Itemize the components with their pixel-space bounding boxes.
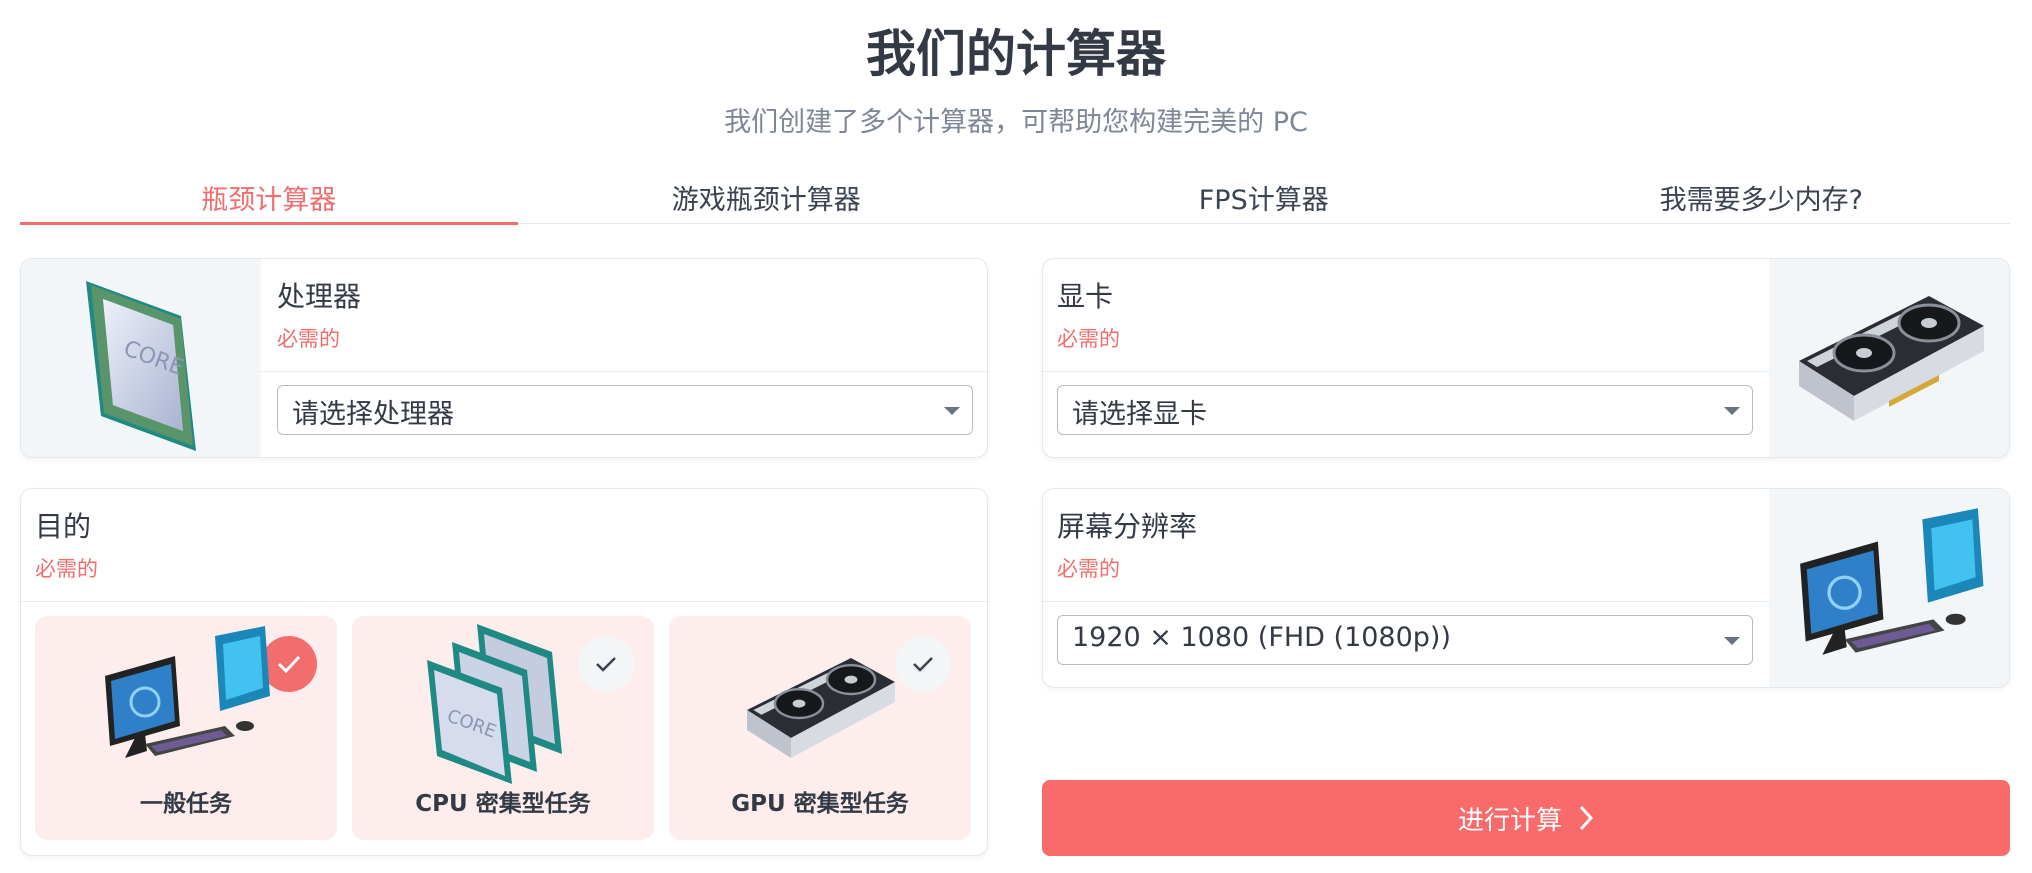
processor-select[interactable]: 请选择处理器 <box>277 385 973 435</box>
chevron-right-icon <box>1579 805 1594 831</box>
gpu-required: 必需的 <box>1057 327 1120 351</box>
processor-card: CORE 处理器 必需的 请选择处理器 <box>20 258 988 458</box>
processor-image: CORE <box>21 259 261 457</box>
chevron-down-icon <box>944 407 960 415</box>
processor-divider <box>261 371 987 372</box>
graphics-card-icon <box>729 646 909 770</box>
tab-bottleneck-calculator[interactable]: 瓶颈计算器 <box>20 168 518 225</box>
purpose-option-label: GPU 密集型任务 <box>731 791 909 817</box>
chevron-down-icon <box>1724 407 1740 415</box>
processor-select-value: 请选择处理器 <box>292 399 454 430</box>
gpu-image <box>1769 259 2009 457</box>
resolution-select[interactable]: 1920 × 1080 (FHD (1080p)) <box>1057 615 1753 665</box>
gpu-select-value: 请选择显卡 <box>1072 399 1207 430</box>
cpu-stack-icon: CORE <box>422 624 572 788</box>
checkmark-icon <box>578 636 634 692</box>
chevron-down-icon <box>1724 637 1740 645</box>
graphics-card-icon <box>1789 281 1989 435</box>
processor-required: 必需的 <box>277 327 340 351</box>
calculator-tabs: 瓶颈计算器 游戏瓶颈计算器 FPS计算器 我需要多少内存? <box>20 168 2011 225</box>
gpu-card: 显卡 必需的 请选择显卡 <box>1042 258 2010 458</box>
resolution-select-value: 1920 × 1080 (FHD (1080p)) <box>1072 622 1451 653</box>
purpose-divider <box>21 601 987 602</box>
page-title: 我们的计算器 <box>866 25 1166 83</box>
resolution-divider <box>1043 601 1771 602</box>
resolution-card: 屏幕分辨率 必需的 1920 × 1080 (FHD (1080p)) <box>1042 488 2010 688</box>
tab-ram-calculator[interactable]: 我需要多少内存? <box>1513 168 2011 223</box>
resolution-image <box>1769 489 2009 687</box>
purpose-option-label: CPU 密集型任务 <box>415 791 591 817</box>
gpu-label: 显卡 <box>1057 280 1114 313</box>
page-subtitle: 我们创建了多个计算器，可帮助您构建完美的 PC <box>724 107 1308 138</box>
purpose-option-label: 一般任务 <box>140 791 232 817</box>
purpose-option-cpu-intensive[interactable]: CORE CPU 密集型任务 <box>352 616 654 840</box>
resolution-label: 屏幕分辨率 <box>1057 510 1198 543</box>
gpu-select[interactable]: 请选择显卡 <box>1057 385 1753 435</box>
purpose-option-general[interactable]: 一般任务 <box>35 616 337 840</box>
processor-label: 处理器 <box>277 280 362 313</box>
desktop-pc-icon <box>1789 496 1989 680</box>
purpose-label: 目的 <box>35 510 92 543</box>
calculate-button-label: 进行计算 <box>1457 804 1562 835</box>
desktop-pc-icon <box>95 626 275 770</box>
tab-fps-calculator[interactable]: FPS计算器 <box>1015 168 1513 223</box>
cpu-chip-icon: CORE <box>81 261 201 455</box>
tab-game-bottleneck-calculator[interactable]: 游戏瓶颈计算器 <box>518 168 1016 223</box>
purpose-required: 必需的 <box>35 557 98 581</box>
purpose-option-gpu-intensive[interactable]: GPU 密集型任务 <box>669 616 971 840</box>
resolution-required: 必需的 <box>1057 557 1120 581</box>
calculate-button[interactable]: 进行计算 <box>1042 780 2010 856</box>
gpu-divider <box>1043 371 1771 372</box>
